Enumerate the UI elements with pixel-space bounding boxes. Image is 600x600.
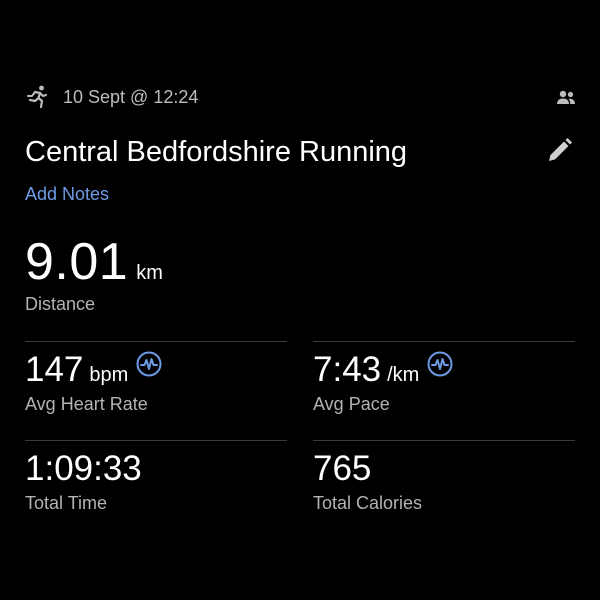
- heart-rate-label: Avg Heart Rate: [25, 394, 148, 414]
- heart-rate-value: 147 bpm: [25, 350, 162, 390]
- pencil-icon[interactable]: [545, 137, 573, 165]
- heart-rate-badge-icon[interactable]: [136, 351, 162, 377]
- pace-number: 7:43: [313, 350, 382, 389]
- running-icon: [27, 85, 47, 109]
- distance-label: Distance: [25, 294, 96, 314]
- activity-header: 10 Sept @ 12:24: [26, 84, 576, 112]
- pace-badge-icon[interactable]: [427, 351, 453, 377]
- activity-title: Central Bedfordshire Running: [25, 136, 408, 168]
- divider: [313, 440, 575, 441]
- divider: [313, 341, 575, 342]
- divider: [25, 341, 287, 342]
- distance-value: 9.01 km: [25, 232, 163, 292]
- activity-date-time: 10 Sept @ 12:24: [63, 87, 199, 107]
- heart-rate-number: 147: [25, 350, 84, 389]
- heart-rate-unit: bpm: [89, 364, 129, 386]
- total-time-value: 1:09:33: [25, 449, 142, 489]
- total-calories-value: 765: [313, 449, 371, 489]
- pace-unit: /km: [387, 364, 420, 386]
- pace-label: Avg Pace: [313, 394, 390, 414]
- people-icon[interactable]: [556, 89, 576, 107]
- pace-value: 7:43/km: [313, 350, 453, 390]
- total-calories-number: 765: [313, 449, 372, 488]
- divider: [25, 440, 287, 441]
- total-calories-label: Total Calories: [313, 493, 423, 513]
- distance-number: 9.01: [25, 233, 129, 291]
- distance-unit: km: [136, 262, 163, 284]
- add-notes-link[interactable]: Add Notes: [25, 184, 109, 205]
- total-time-number: 1:09:33: [25, 449, 142, 488]
- total-time-label: Total Time: [25, 493, 108, 513]
